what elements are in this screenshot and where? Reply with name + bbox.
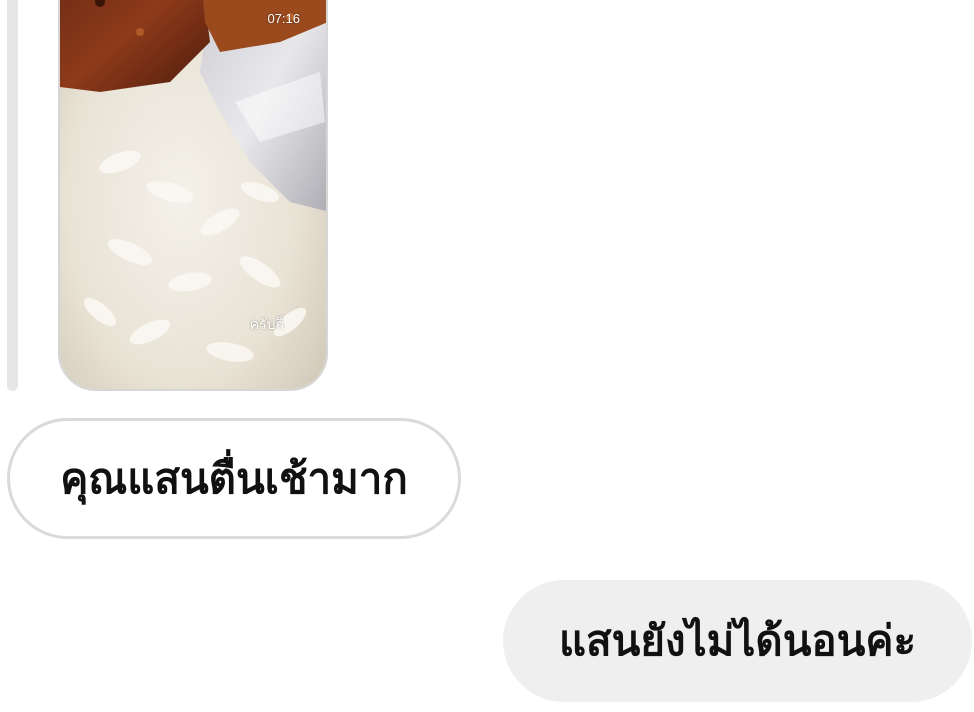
story-timestamp: 07:16 [267, 11, 300, 26]
incoming-message-bubble[interactable]: คุณแสนตื่นเช้ามาก [7, 418, 461, 539]
message-text: คุณแสนตื่นเช้ามาก [60, 453, 408, 503]
story-photo-sticky-rice [60, 0, 326, 389]
outgoing-message-bubble[interactable]: แสนยังไม่ได้นอนค่ะ [503, 580, 972, 702]
story-caption: ครับก็ [249, 317, 284, 333]
message-text: แสนยังไม่ได้นอนค่ะ [558, 616, 917, 665]
story-reply-preview[interactable]: 07:16 ครับก็ [58, 0, 328, 391]
reply-indicator-bar [7, 0, 18, 391]
